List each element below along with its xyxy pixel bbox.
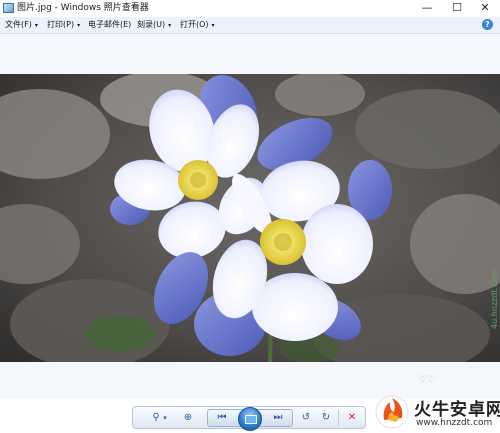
image-viewport: 4u.hnzzdt.com	[0, 34, 500, 399]
close-button[interactable]: ✕	[470, 0, 500, 17]
menu-print-label: 打印(P)	[47, 20, 75, 29]
photo-columbine-flowers: 4u.hnzzdt.com	[0, 74, 500, 362]
rotate-counterclockwise-icon[interactable]: ↺	[299, 410, 313, 426]
menu-bar: 文件(F) ▾ 打印(P) ▾ 电子邮件(E) 刻录(U) ▾ 打开(O) ▾ ?	[0, 17, 500, 34]
window-title: 图片.jpg - Windows 照片查看器	[17, 3, 149, 13]
fit-to-window-icon[interactable]: ⊕	[181, 410, 195, 426]
site-watermark: ♡♡ 火牛安卓网 www.hnzzdt.com	[368, 375, 500, 433]
menu-file-label: 文件(F)	[5, 20, 32, 29]
hearts-icon: ♡♡	[419, 375, 436, 385]
menu-open-label: 打开(O)	[180, 20, 209, 29]
maximize-button[interactable]: ☐	[442, 0, 472, 17]
menu-email[interactable]: 电子邮件(E)	[88, 19, 131, 31]
delete-icon[interactable]: ✕	[345, 410, 359, 426]
chevron-down-icon: ▾	[34, 22, 38, 29]
rotate-clockwise-icon[interactable]: ↻	[319, 410, 333, 426]
toolbar-divider	[338, 410, 339, 426]
menu-email-label: 电子邮件(E)	[88, 20, 132, 29]
fire-bull-logo-icon	[375, 395, 409, 429]
play-slideshow-button[interactable]	[238, 407, 262, 431]
navigation-group: ⏮ ⏭	[207, 407, 293, 431]
chevron-down-icon: ▾	[168, 22, 172, 29]
watermark-site-name: 火牛安卓网	[414, 400, 500, 420]
menu-burn-label: 刻录(U)	[137, 20, 166, 29]
chevron-down-icon: ▾	[77, 22, 81, 29]
zoom-chevron-down-icon[interactable]: ▾	[161, 410, 169, 426]
chevron-down-icon: ▾	[211, 22, 215, 29]
watermark-site-url: www.hnzzdt.com	[416, 418, 493, 428]
help-icon[interactable]: ?	[482, 19, 493, 30]
viewer-toolbar: ⚲ ▾ ⊕ ⏮ ⏭ ↺ ↻ ✕	[132, 406, 366, 431]
menu-open[interactable]: 打开(O) ▾	[180, 19, 215, 32]
title-bar: 图片.jpg - Windows 照片查看器 — ☐ ✕	[0, 0, 500, 17]
menu-print[interactable]: 打印(P) ▾	[47, 19, 80, 32]
photo-side-watermark: 4u.hnzzdt.com	[490, 270, 499, 329]
menu-burn[interactable]: 刻录(U) ▾	[137, 19, 171, 32]
menu-file[interactable]: 文件(F) ▾	[5, 19, 38, 32]
photo-viewer-app-icon	[3, 3, 14, 13]
previous-image-button[interactable]: ⏮	[214, 410, 230, 426]
minimize-button[interactable]: —	[412, 0, 442, 17]
next-image-button[interactable]: ⏭	[270, 410, 286, 426]
slideshow-screen-icon	[245, 415, 257, 424]
